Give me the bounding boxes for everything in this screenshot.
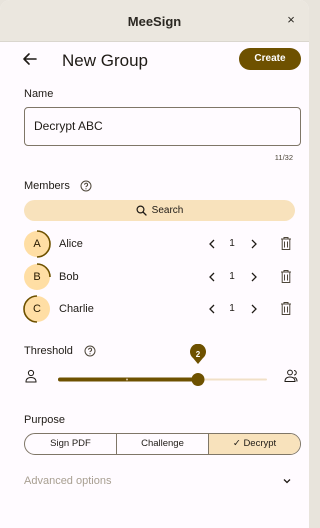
close-icon[interactable]: × (283, 12, 299, 28)
chevron-right-icon[interactable] (248, 302, 260, 316)
slider-value-indicator: 2 (190, 344, 206, 364)
share-count: 1 (229, 271, 235, 282)
name-label: Name (24, 88, 54, 100)
purpose-option-sign-pdf[interactable]: Sign PDF (25, 434, 117, 454)
arrow-left-icon[interactable] (21, 50, 39, 68)
member-row: C Charlie 1 (0, 295, 309, 326)
advanced-options-toggle[interactable]: Advanced options (24, 475, 111, 487)
avatar-progress-ring (36, 230, 51, 258)
chevron-left-icon[interactable] (206, 237, 218, 251)
group-name-input[interactable]: Decrypt ABC (24, 107, 301, 146)
trash-icon[interactable] (280, 301, 292, 316)
trash-icon[interactable] (280, 269, 292, 284)
purpose-option-challenge[interactable]: Challenge (117, 434, 209, 454)
purpose-option-decrypt[interactable]: ✓ Decrypt (209, 434, 300, 454)
purpose-label: Purpose (24, 414, 65, 426)
avatar-progress-ring (36, 263, 51, 278)
window-title: MeeSign (127, 14, 182, 29)
app-bar: New Group Create (0, 42, 309, 80)
chevron-left-icon[interactable] (206, 302, 218, 316)
member-name: Alice (59, 238, 83, 250)
slider-value-text: 2 (196, 350, 201, 359)
page-title: New Group (62, 51, 148, 70)
app-window: MeeSign × New Group Create Name Decrypt … (0, 0, 309, 528)
avatar-progress-ring (23, 295, 38, 323)
slider-tick (126, 378, 128, 381)
search-icon (136, 205, 147, 216)
chevron-down-icon[interactable] (281, 476, 293, 486)
people-icon (284, 369, 298, 382)
share-count: 1 (229, 238, 235, 249)
member-row: A Alice 1 (0, 230, 309, 261)
purpose-segmented-control: Sign PDF Challenge ✓ Decrypt (24, 433, 301, 455)
search-label: Search (151, 205, 184, 216)
create-button[interactable]: Create (239, 48, 301, 70)
member-search-button[interactable]: Search (24, 200, 295, 221)
member-name: Charlie (59, 303, 94, 315)
share-count: 1 (229, 303, 235, 314)
chevron-right-icon[interactable] (248, 270, 260, 284)
window-titlebar: MeeSign × (0, 0, 309, 42)
chevron-right-icon[interactable] (248, 237, 260, 251)
trash-icon[interactable] (280, 236, 292, 251)
person-icon (25, 369, 37, 383)
purpose-option-label: Decrypt (243, 438, 277, 449)
member-row: B Bob 1 (0, 263, 309, 294)
slider-thumb[interactable] (191, 373, 205, 386)
character-counter: 11/32 (274, 153, 293, 162)
members-label: Members (24, 180, 70, 192)
chevron-left-icon[interactable] (206, 270, 218, 284)
threshold-slider[interactable]: 2 (0, 344, 309, 394)
member-name: Bob (59, 271, 79, 283)
help-circle-icon[interactable] (80, 180, 92, 192)
check-icon: ✓ (232, 438, 241, 449)
